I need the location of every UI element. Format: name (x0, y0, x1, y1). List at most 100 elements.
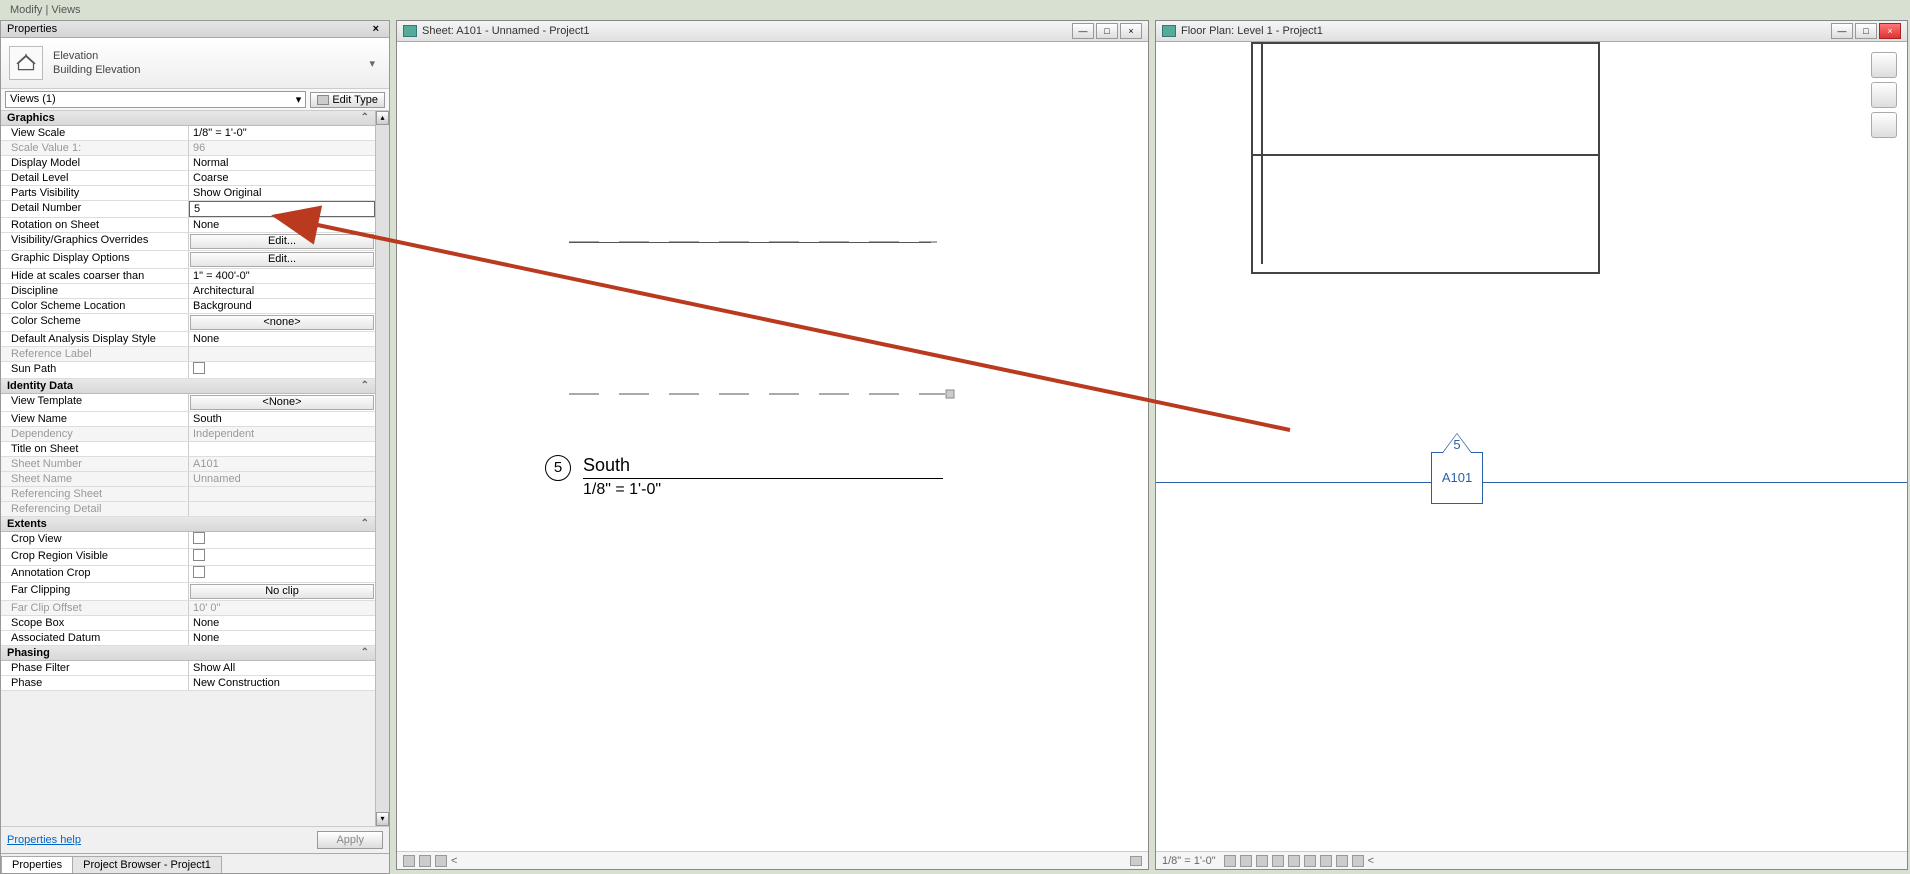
edit-button[interactable]: Edit... (190, 234, 374, 249)
properties-panel: Properties × Elevation Building Elevatio… (0, 20, 390, 874)
document-icon (403, 25, 417, 37)
navigation-bar (1871, 52, 1901, 142)
status-icon[interactable] (1352, 855, 1364, 867)
group-extents[interactable]: Extents⌃ (1, 517, 375, 532)
prop-label: Title on Sheet (1, 442, 189, 456)
minimize-button[interactable]: — (1072, 23, 1094, 39)
plan-title: Floor Plan: Level 1 - Project1 (1181, 25, 1831, 37)
sheet-canvas[interactable]: 5 South 1/8" = 1'-0" (397, 42, 1148, 851)
prop-value[interactable]: South (189, 412, 375, 426)
status-icon[interactable] (1256, 855, 1268, 867)
status-icon[interactable] (1224, 855, 1236, 867)
status-icon[interactable] (1320, 855, 1332, 867)
prop-label: Detail Number (1, 201, 189, 217)
close-button[interactable]: × (1120, 23, 1142, 39)
group-graphics[interactable]: Graphics⌃ (1, 111, 375, 126)
minimize-button[interactable]: — (1831, 23, 1853, 39)
prop-value[interactable]: None (189, 631, 375, 645)
status-scale[interactable]: 1/8" = 1'-0" (1162, 855, 1216, 867)
noclip-button[interactable]: No clip (190, 584, 374, 599)
prop-value[interactable]: Edit... (189, 251, 375, 268)
scroll-up-icon[interactable]: ▴ (376, 111, 389, 125)
apply-button[interactable]: Apply (317, 831, 383, 849)
chevron-down-icon[interactable]: ▾ (363, 57, 381, 70)
prop-value[interactable]: None (189, 218, 375, 232)
prop-value[interactable] (189, 362, 375, 378)
nav-icon[interactable] (1871, 82, 1897, 108)
prop-value[interactable]: <none> (189, 314, 375, 331)
plan-canvas[interactable]: 5 A101 (1156, 42, 1907, 851)
floor-plan-view: Floor Plan: Level 1 - Project1 — □ × 5 A… (1155, 20, 1908, 870)
interior-line[interactable] (1251, 154, 1600, 156)
prop-value[interactable]: Show All (189, 661, 375, 675)
prop-value[interactable]: None (189, 616, 375, 630)
prop-value[interactable]: None (189, 332, 375, 346)
scrollbar[interactable]: ▴ ▾ (375, 111, 389, 826)
group-phasing[interactable]: Phasing⌃ (1, 646, 375, 661)
checkbox[interactable] (193, 566, 205, 578)
scroll-down-icon[interactable]: ▾ (376, 812, 389, 826)
checkbox[interactable] (193, 362, 205, 374)
view-title[interactable]: 5 South 1/8" = 1'-0" (545, 455, 943, 499)
nav-icon[interactable] (1871, 52, 1897, 78)
prop-value[interactable]: Show Original (189, 186, 375, 200)
section-line[interactable] (1156, 482, 1907, 483)
interior-line[interactable] (1261, 42, 1263, 264)
nav-icon[interactable] (1871, 112, 1897, 138)
close-icon[interactable]: × (369, 23, 383, 35)
callout-detail-number: 5 (1453, 437, 1460, 452)
view-control-bar: 1/8" = 1'-0" < (1156, 851, 1907, 869)
prop-value[interactable] (189, 549, 375, 565)
filter-dropdown[interactable]: Views (1) ▾ (5, 91, 306, 108)
prop-value[interactable]: Edit... (189, 233, 375, 250)
status-icon[interactable] (435, 855, 447, 867)
prop-value[interactable]: Coarse (189, 171, 375, 185)
properties-help-link[interactable]: Properties help (7, 834, 81, 846)
edit-type-button[interactable]: Edit Type (310, 92, 385, 108)
prop-label: Far Clipping (1, 583, 189, 600)
type-selector[interactable]: Elevation Building Elevation ▾ (1, 38, 389, 89)
scroll-handle[interactable] (1130, 856, 1142, 866)
prop-value[interactable] (189, 566, 375, 582)
prop-value[interactable]: <None> (189, 394, 375, 411)
family-name: Elevation (53, 49, 363, 63)
group-identity[interactable]: Identity Data⌃ (1, 379, 375, 394)
status-icon[interactable] (1336, 855, 1348, 867)
status-icon[interactable] (419, 855, 431, 867)
tab-project-browser[interactable]: Project Browser - Project1 (72, 856, 222, 873)
prop-value[interactable]: Normal (189, 156, 375, 170)
prop-value (189, 502, 375, 516)
status-icon[interactable] (1288, 855, 1300, 867)
prop-value[interactable]: 1/8" = 1'-0" (189, 126, 375, 140)
prop-value[interactable]: New Construction (189, 676, 375, 690)
prop-label: Sun Path (1, 362, 189, 378)
close-button[interactable]: × (1879, 23, 1901, 39)
prop-value[interactable] (189, 442, 375, 456)
none-button[interactable]: <None> (190, 395, 374, 410)
view-name: South (583, 455, 943, 479)
building-outline[interactable] (1251, 42, 1600, 274)
app-title: Modify | Views (0, 0, 1910, 20)
maximize-button[interactable]: □ (1096, 23, 1118, 39)
prop-value[interactable] (189, 532, 375, 548)
none-button[interactable]: <none> (190, 315, 374, 330)
status-icon[interactable] (403, 855, 415, 867)
prop-value[interactable]: No clip (189, 583, 375, 600)
edit-button[interactable]: Edit... (190, 252, 374, 267)
prop-value[interactable]: Background (189, 299, 375, 313)
section-head[interactable]: 5 A101 (1431, 452, 1483, 504)
prop-label: Color Scheme Location (1, 299, 189, 313)
detail-number-input[interactable]: 5 (189, 201, 375, 217)
callout-sheet-number: A101 (1432, 453, 1482, 503)
checkbox[interactable] (193, 532, 205, 544)
status-icon[interactable] (1240, 855, 1252, 867)
prop-value[interactable]: 1" = 400'-0" (189, 269, 375, 283)
document-icon (1162, 25, 1176, 37)
checkbox[interactable] (193, 549, 205, 561)
prop-label: Parts Visibility (1, 186, 189, 200)
tab-properties[interactable]: Properties (1, 856, 73, 873)
status-icon[interactable] (1272, 855, 1284, 867)
prop-value[interactable]: Architectural (189, 284, 375, 298)
maximize-button[interactable]: □ (1855, 23, 1877, 39)
status-icon[interactable] (1304, 855, 1316, 867)
